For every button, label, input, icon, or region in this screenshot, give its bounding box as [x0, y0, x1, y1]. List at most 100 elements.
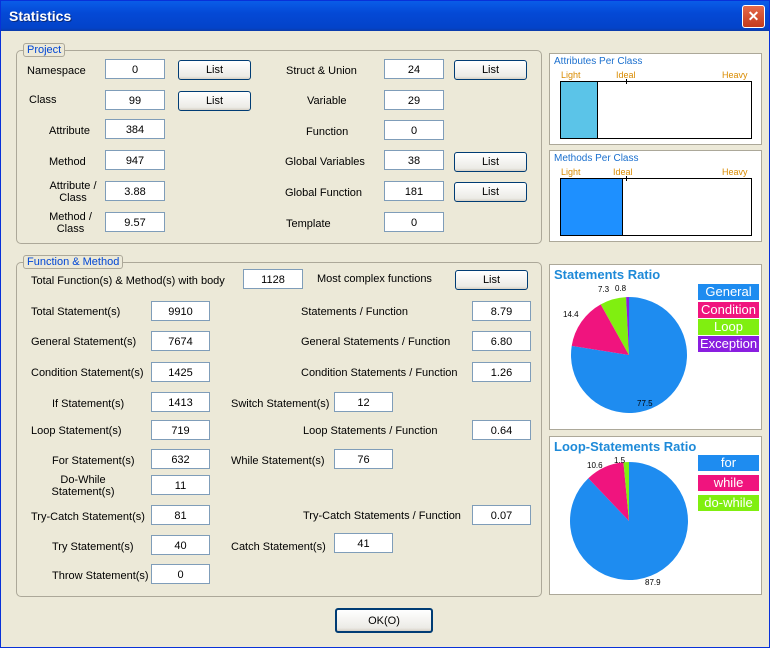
if-stmt-value: 1413 [151, 392, 210, 412]
dowhile-stmt-value: 11 [151, 475, 210, 495]
global-variables-list-button[interactable]: List [454, 152, 527, 172]
general-per-func-value: 6.80 [472, 331, 531, 351]
legend-general: General [698, 284, 759, 300]
catch-stmt-value: 41 [334, 533, 393, 553]
if-stmt-label: If Statement(s) [52, 398, 125, 410]
dowhile-stmt-label: Do-While Statement(s) [51, 474, 115, 498]
pie2-label-do-while: 1.5 [614, 456, 626, 465]
attr-per-class-value: 3.88 [105, 181, 165, 201]
meth-heavy-label: Heavy [722, 167, 748, 177]
while-stmt-label: While Statement(s) [231, 455, 325, 467]
project-legend: Project [23, 43, 66, 57]
attr-light-label: Light [561, 70, 581, 80]
attr-ideal-marker [625, 79, 627, 84]
attributes-per-class-panel: Attributes Per Class Light Ideal Heavy [549, 53, 762, 145]
function-method-legend: Function & Method [23, 255, 124, 269]
class-value: 99 [105, 90, 165, 110]
total-with-body-label: Total Function(s) & Method(s) with body [31, 275, 225, 287]
pie1-label-exception: 0.8 [615, 284, 627, 293]
attr-bar-track [560, 79, 752, 139]
legend-exception: Exception [698, 336, 759, 352]
trycatch-stmt-value: 81 [151, 505, 210, 525]
attribute-value: 384 [105, 119, 165, 139]
template-label: Template [286, 218, 331, 230]
for-stmt-label: For Statement(s) [52, 455, 135, 467]
window-title: Statistics [9, 8, 72, 24]
try-stmt-label: Try Statement(s) [52, 541, 134, 553]
attributes-per-class-title: Attributes Per Class [554, 56, 643, 67]
namespace-value: 0 [105, 59, 165, 79]
global-function-value: 181 [384, 181, 444, 201]
general-per-func-label: General Statements / Function [301, 336, 451, 348]
pie2-label-for: 87.9 [645, 578, 661, 587]
title-bar[interactable]: Statistics ✕ [1, 1, 769, 31]
while-stmt-value: 76 [334, 449, 393, 469]
template-value: 0 [384, 212, 444, 232]
meth-ideal-label: Ideal [613, 167, 633, 177]
pie2-label-while: 10.6 [587, 461, 603, 470]
legend-while: while [698, 475, 759, 491]
total-stmt-label: Total Statement(s) [31, 306, 121, 318]
struct-union-label: Struct & Union [286, 65, 357, 77]
close-icon: ✕ [747, 8, 760, 24]
attr-heavy-label: Heavy [722, 70, 748, 80]
global-variables-value: 38 [384, 150, 444, 170]
meth-bar-track [560, 176, 752, 236]
general-stmt-value: 7674 [151, 331, 210, 351]
attr-per-class-label: Attribute / Class [49, 180, 97, 204]
method-value: 947 [105, 150, 165, 170]
condition-stmt-label: Condition Statement(s) [31, 367, 144, 379]
switch-stmt-value: 12 [334, 392, 393, 412]
loop-stmt-label: Loop Statement(s) [31, 425, 122, 437]
attr-bar-fill [561, 82, 599, 138]
most-complex-label: Most complex functions [317, 273, 432, 285]
meth-light-label: Light [561, 167, 581, 177]
variable-label: Variable [307, 95, 347, 107]
attribute-label: Attribute [49, 125, 90, 137]
legend-loop: Loop [698, 319, 759, 335]
legend-for: for [698, 455, 759, 471]
struct-union-value: 24 [384, 59, 444, 79]
catch-stmt-label: Catch Statement(s) [231, 541, 326, 553]
methods-per-class-title: Methods Per Class [554, 153, 639, 164]
total-with-body-value: 1128 [243, 269, 303, 289]
pie1-label-general: 77.5 [637, 399, 653, 408]
try-stmt-value: 40 [151, 535, 210, 555]
method-per-class-label: Method / Class [49, 211, 92, 235]
pie1-label-loop: 7.3 [598, 285, 610, 294]
trycatch-per-func-label: Try-Catch Statements / Function [303, 510, 461, 522]
throw-stmt-value: 0 [151, 564, 210, 584]
for-stmt-value: 632 [151, 449, 210, 469]
legend-condition: Condition [698, 302, 759, 318]
statistics-window: Statistics ✕ Project Namespace 0 List Cl… [0, 0, 770, 648]
statements-ratio-panel: Statements Ratio General Condition Loop … [549, 264, 762, 430]
condition-per-func-value: 1.26 [472, 362, 531, 382]
ok-button[interactable]: OK(O) [335, 608, 433, 633]
class-label: Class [29, 94, 57, 106]
close-button[interactable]: ✕ [742, 5, 765, 28]
condition-per-func-label: Condition Statements / Function [301, 367, 458, 379]
variable-value: 29 [384, 90, 444, 110]
class-list-button[interactable]: List [178, 91, 251, 111]
function-value: 0 [384, 120, 444, 140]
global-function-list-button[interactable]: List [454, 182, 527, 202]
struct-union-list-button[interactable]: List [454, 60, 527, 80]
loop-per-func-value: 0.64 [472, 420, 531, 440]
legend-do-while: do-while [698, 495, 759, 511]
stmt-per-func-value: 8.79 [472, 301, 531, 321]
global-variables-label: Global Variables [285, 156, 365, 168]
loop-stmt-value: 719 [151, 420, 210, 440]
namespace-list-button[interactable]: List [178, 60, 251, 80]
loop-ratio-panel: Loop-Statements Ratio for while do-while… [549, 436, 762, 595]
loop-per-func-label: Loop Statements / Function [303, 425, 438, 437]
trycatch-per-func-value: 0.07 [472, 505, 531, 525]
method-per-class-value: 9.57 [105, 212, 165, 232]
most-complex-list-button[interactable]: List [455, 270, 528, 290]
methods-per-class-panel: Methods Per Class Light Ideal Heavy [549, 150, 762, 242]
general-stmt-label: General Statement(s) [31, 336, 137, 348]
ok-button-label: OK(O) [368, 615, 400, 627]
throw-stmt-label: Throw Statement(s) [52, 570, 149, 582]
namespace-label: Namespace [27, 65, 86, 77]
meth-ideal-marker [625, 176, 627, 181]
global-function-label: Global Function [285, 187, 363, 199]
